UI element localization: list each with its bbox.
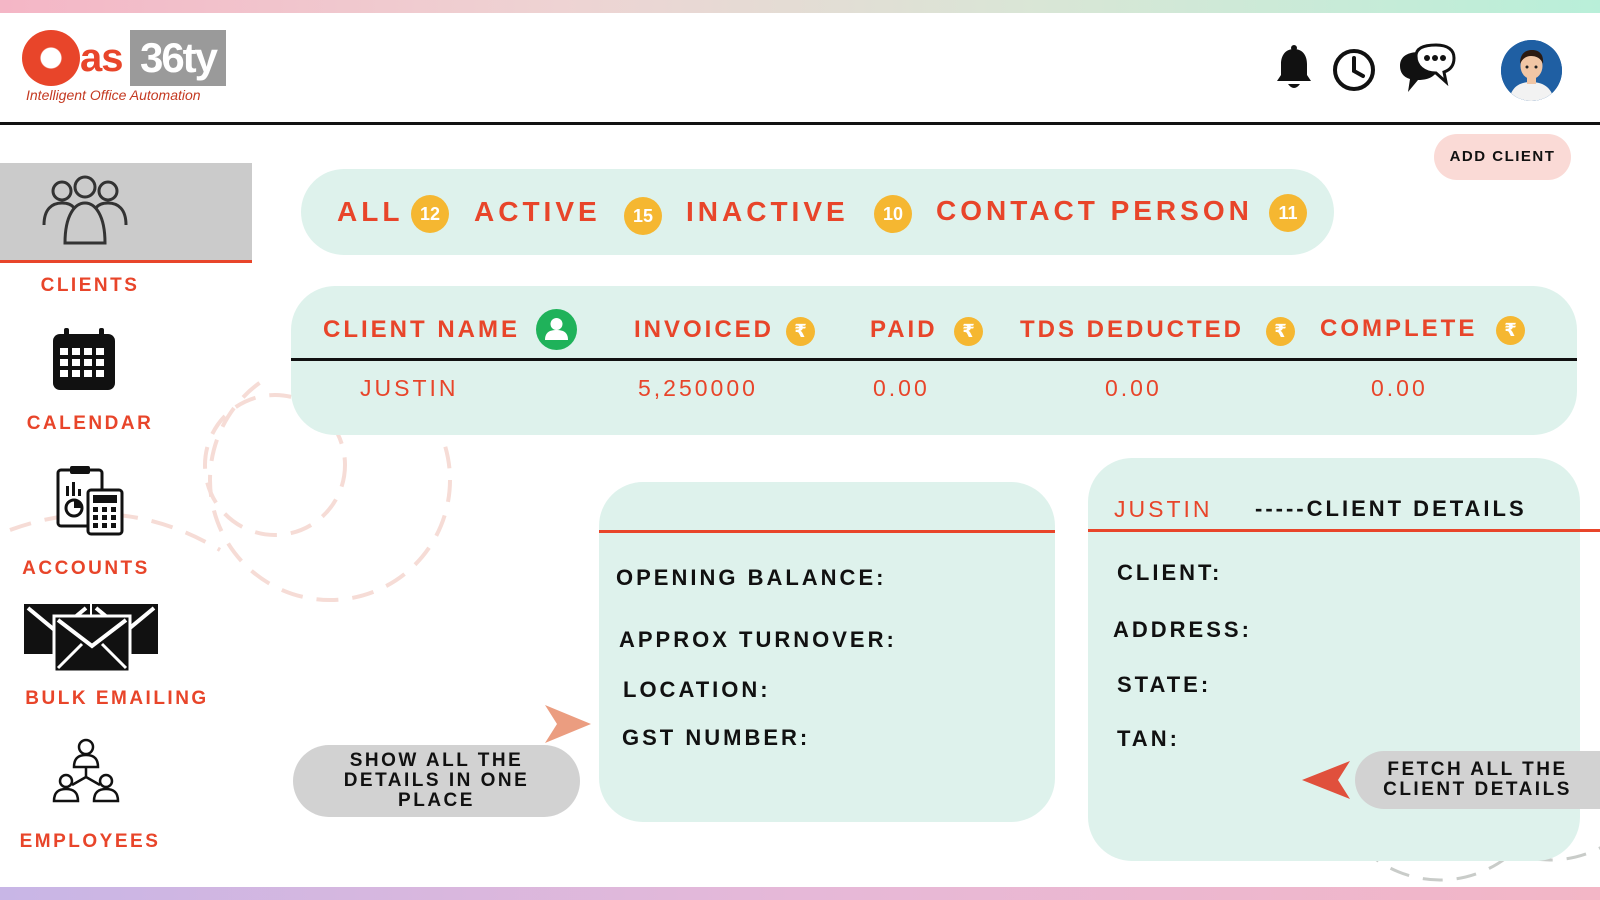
arrow-right-icon xyxy=(545,705,591,743)
calendar-icon xyxy=(53,328,115,390)
bell-icon[interactable] xyxy=(1274,45,1314,93)
sidebar-item-clients[interactable]: CLIENTS xyxy=(0,163,252,303)
client-person-icon xyxy=(536,309,577,350)
tab-count-badge: 10 xyxy=(874,195,912,233)
field-opening-balance: OPENING BALANCE: xyxy=(616,565,887,590)
summary-card-divider xyxy=(599,530,1055,533)
sidebar-item-accounts[interactable]: ACCOUNTS xyxy=(0,460,252,585)
top-gradient-band xyxy=(0,0,1600,13)
clients-group-icon xyxy=(42,175,128,245)
logo-tagline: Intelligent Office Automation xyxy=(26,87,201,103)
cell-tds-deducted: 0.00 xyxy=(1105,375,1162,401)
field-state: STATE: xyxy=(1117,672,1212,697)
tab-label: ACTIVE xyxy=(474,196,601,227)
sidebar-item-calendar[interactable]: CALENDAR xyxy=(0,320,252,440)
sidebar-item-label: CLIENTS xyxy=(40,275,140,296)
column-header-client-name: CLIENT NAME xyxy=(323,316,520,343)
tab-label: CONTACT PERSON xyxy=(936,195,1253,226)
column-header-complete: COMPLETE xyxy=(1320,315,1478,342)
rupee-icon: ₹ xyxy=(1496,316,1525,345)
sidebar-item-employees[interactable]: EMPLOYEES xyxy=(0,735,252,860)
field-address: ADDRESS: xyxy=(1113,617,1252,642)
sidebar-item-label: BULK EMAILING xyxy=(25,688,209,709)
accounts-calculator-icon xyxy=(56,466,124,536)
sidebar-item-bulk-emailing[interactable]: BULK EMAILING xyxy=(0,600,252,712)
cell-complete: 0.00 xyxy=(1371,375,1428,401)
cell-client-name: JUSTIN xyxy=(360,375,459,401)
details-card-divider xyxy=(1088,529,1600,532)
rupee-icon: ₹ xyxy=(1266,317,1295,346)
callout-fetch-client-details: FETCH ALL THE CLIENT DETAILS xyxy=(1355,751,1600,809)
sidebar-item-label: ACCOUNTS xyxy=(22,558,150,579)
user-avatar[interactable] xyxy=(1501,40,1562,101)
envelopes-icon xyxy=(24,604,158,674)
field-gst-number: GST NUMBER: xyxy=(622,725,811,750)
chat-icon[interactable] xyxy=(1394,42,1458,98)
logo-36ty-text: 36ty xyxy=(130,30,226,86)
tab-count-badge: 15 xyxy=(624,197,662,235)
table-row[interactable]: JUSTIN 5,250000 0.00 0.00 0.00 xyxy=(291,365,1577,411)
column-header-tds-deducted: TDS DEDUCTED xyxy=(1020,316,1245,343)
logo-o-mark xyxy=(22,30,80,86)
column-header-paid: PAID xyxy=(870,316,938,343)
rupee-icon: ₹ xyxy=(954,317,983,346)
cell-paid: 0.00 xyxy=(873,375,930,401)
tab-label: INACTIVE xyxy=(686,196,849,227)
field-client: CLIENT: xyxy=(1117,560,1223,585)
field-location: LOCATION: xyxy=(623,677,771,702)
sidebar-item-label: CALENDAR xyxy=(26,413,154,434)
field-approx-turnover: APPROX TURNOVER: xyxy=(619,627,897,652)
sidebar-item-label: EMPLOYEES xyxy=(19,831,161,852)
tab-count-badge: 11 xyxy=(1269,194,1307,232)
header-divider xyxy=(0,122,1600,125)
cell-invoiced: 5,250000 xyxy=(638,375,758,401)
clock-icon[interactable] xyxy=(1332,48,1376,92)
arrow-left-icon xyxy=(1302,761,1350,799)
rupee-icon: ₹ xyxy=(786,317,815,346)
table-header-divider xyxy=(291,358,1577,361)
tab-label: ALL xyxy=(337,196,404,227)
add-client-button[interactable]: ADD CLIENT xyxy=(1434,134,1571,180)
details-client-name: JUSTIN xyxy=(1114,496,1213,522)
logo-as-text: as xyxy=(80,36,123,80)
callout-show-all-details: SHOW ALL THE DETAILS IN ONE PLACE xyxy=(293,745,580,817)
employees-hierarchy-icon xyxy=(52,738,120,803)
tab-count-badge: 12 xyxy=(411,195,449,233)
column-header-invoiced: INVOICED xyxy=(634,316,775,343)
details-card-title: -----CLIENT DETAILS xyxy=(1255,496,1527,521)
brand-logo[interactable]: as 36ty Intelligent Office Automation xyxy=(0,0,240,110)
field-tan: TAN: xyxy=(1117,726,1180,751)
